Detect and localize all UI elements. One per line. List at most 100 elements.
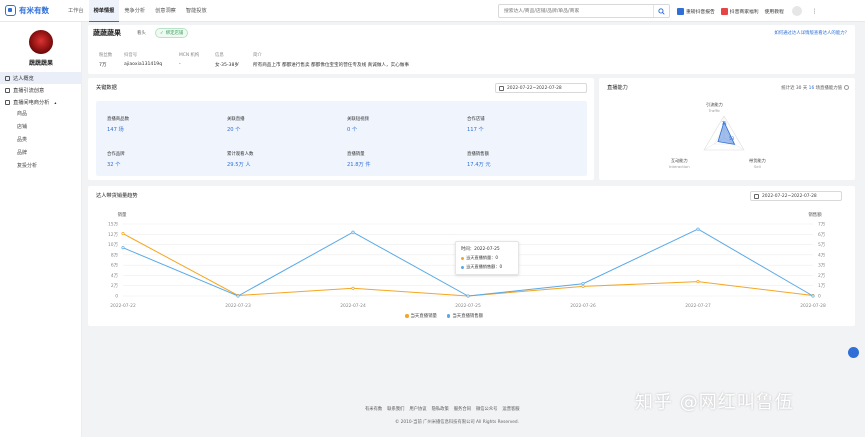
legend-item-sales[interactable]: 当天直播销量 [405,313,437,319]
sidebar-subitem-category[interactable]: 品类 [0,134,82,147]
sidebar-subitem-repeat[interactable]: 复投分析 [0,160,82,173]
logo-icon [5,5,16,16]
fans-col: 粉丝数 7万 [99,53,113,68]
x-tick-label: 2022-07-28 [800,303,826,309]
sidebar-menu: 达人概览 直播引流创意 直播间电商分析 ▴ 商品 店铺 品类 品牌 复投分析 [0,72,82,173]
data-point-gmv [811,294,815,298]
report-link[interactable]: 重磅抖音报告 [677,7,715,15]
watermark: 知乎 @网红叫鲁伍 [635,392,794,413]
metrics-panel: 直播商品数 147 场 关联直播 20 个 关联短视频 0 个 合作店铺 117 个 合… [96,101,587,176]
report-icon [677,7,684,15]
sidebar-item-overview[interactable]: 达人概览 [0,72,82,84]
search-input[interactable] [499,5,649,17]
nav-creative[interactable]: 创意洞察 [150,0,181,22]
key-data-date-picker[interactable]: 2022-07-22~2022-07-28 [495,83,587,93]
data-point-gmv [581,282,585,286]
nav-workbench[interactable]: 工作台 [63,0,89,22]
y-left-tick-label: 10万 [108,242,119,248]
douyin-id-col: 抖音号 ajiaoxia131419q [124,53,163,67]
x-tick-label: 2022-07-27 [685,303,711,309]
metric-related-live: 关联直播 20 个 [227,117,245,133]
y-right-tick-label: 0 [818,294,821,300]
metric-viewers: 累计观看人数 29.5万 人 [227,152,254,168]
help-link[interactable]: 如何通过达人详情版查看达人的能力？ [774,30,849,36]
metric-live-gmv: 直播销售额 17.4万 元 [467,152,491,168]
tooltip-row-sales: 当天直播销量：0 [461,255,513,261]
user-avatar[interactable] [791,6,802,16]
video-icon [5,87,10,93]
sidebar-subitem-brand[interactable]: 品牌 [0,147,82,160]
data-point-gmv [121,246,125,250]
ability-title: 直播能力 [607,85,628,91]
tutorial-link[interactable]: 使用教程 [765,8,784,15]
merchant-welfare-link[interactable]: 抖音商家福利 [720,7,759,15]
profile-tag: 看头 [137,31,146,36]
footer-copyright: © 2010-当前 广州米播信息科技有限公司 All Rights Reserv… [395,420,520,425]
y-left-tick-label: 0 [115,294,118,300]
y-left-tick-label: 15万 [108,222,119,228]
sidebar-item-live-commerce[interactable]: 直播间电商分析 ▴ [0,96,82,108]
help-icon [844,85,849,90]
check-icon: ✓ [160,30,164,36]
sidebar-item-live-creative[interactable]: 直播引流创意 [0,84,82,96]
profile-name: 蔬蔬蔬果 [28,60,53,67]
footer-link-wechat[interactable]: 微信公众号 [476,406,497,412]
chevron-up-icon: ▴ [54,99,57,105]
data-point-gmv [466,294,470,298]
header-right: 重磅抖音报告 抖音商家福利 使用教程 ⋮ [677,0,818,22]
profile-card: 蔬蔬蔬果 看头 ✓ 绑定店铺 如何通过达人详情版查看达人的能力？ 粉丝数 7万 抖音… [88,25,855,74]
nav-rankings[interactable]: 榜单情报 [88,0,120,22]
more-menu-icon[interactable]: ⋮ [812,8,818,15]
sidebar-subitem-shops[interactable]: 店铺 [0,121,82,134]
footer-link-home[interactable]: 有米有数 [365,406,382,412]
footer-links: 有米有数 联系我们 用户协议 隐私政策 服务合同 微信公众号 运营客服 [365,406,520,412]
y-right-tick-label: 1万 [818,283,826,289]
x-tick-label: 2022-07-22 [110,303,136,309]
x-tick-label: 2022-07-23 [225,303,251,309]
bio-col: 简介 所有商品上市 都都进行售卖 都都像位宝宝的营任专及线 真诚做人，实心做事 [253,53,409,68]
bind-shop-badge[interactable]: ✓ 绑定店铺 [155,28,189,38]
y-right-tick-label: 3万 [818,263,826,269]
y-right-tick-label: 4万 [818,252,826,258]
data-point-sales [351,286,355,290]
search-button[interactable] [653,5,669,17]
footer-link-contract[interactable]: 服务合同 [454,406,471,412]
right-axis-title: 销售额 [808,211,822,218]
radar-value-traffic: 73 [721,121,727,126]
data-point-gmv [236,294,240,298]
ability-note: 统计近 30 天 16 场直播能力值 [781,85,849,91]
y-left-tick-label: 6万 [111,263,119,269]
key-data-card: 关键数据 2022-07-22~2022-07-28 直播商品数 147 场 关联… [88,78,594,180]
left-axis-title: 销量 [118,211,127,218]
footer-link-agreement[interactable]: 用户协议 [409,406,426,412]
metric-brands: 合作品牌 32 个 [107,152,125,168]
legend-item-gmv[interactable]: 当天直播销售额 [446,313,483,319]
brand-name: 有米有数 [19,6,49,15]
sidebar-subitem-goods[interactable]: 商品 [0,108,82,121]
cart-icon [5,99,10,105]
brand-logo[interactable]: 有米有数 [5,5,63,16]
footer-link-privacy[interactable]: 隐私政策 [432,406,449,412]
radar-label-traffic: 引流能力 Traffic [706,102,723,113]
key-data-title: 关键数据 [96,85,117,91]
calendar-icon [499,85,504,91]
y-left-tick-label: 2万 [111,283,119,289]
floating-help-button[interactable] [848,347,859,358]
nav-competition[interactable]: 竞争分析 [119,0,150,22]
data-point-sales [696,280,700,284]
radar-label-sell: 带货能力 Sell [749,158,766,169]
y-left-tick-label: 4万 [111,273,119,279]
chart-legend: 当天直播销量 当天直播销售额 [405,313,483,319]
flag-icon [720,7,728,15]
y-left-tick-label: 12万 [108,232,119,238]
data-point-sales [121,232,125,236]
metric-live-sales: 直播销量 21.8万 件 [347,152,371,168]
footer-link-support[interactable]: 运营客服 [502,406,519,412]
data-point-sales [581,284,585,288]
footer-link-contact[interactable]: 联系我们 [387,406,404,412]
search-icon [658,7,665,15]
nav-ads[interactable]: 智能投放 [181,0,212,22]
profile-title: 蔬蔬蔬果 [93,29,121,37]
main-nav: 工作台 榜单情报 竞争分析 创意洞察 智能投放 [63,0,212,22]
chart-tooltip: 时间：2022-07-25 当天直播销量：0 当天直播销售额：0 [455,241,519,275]
